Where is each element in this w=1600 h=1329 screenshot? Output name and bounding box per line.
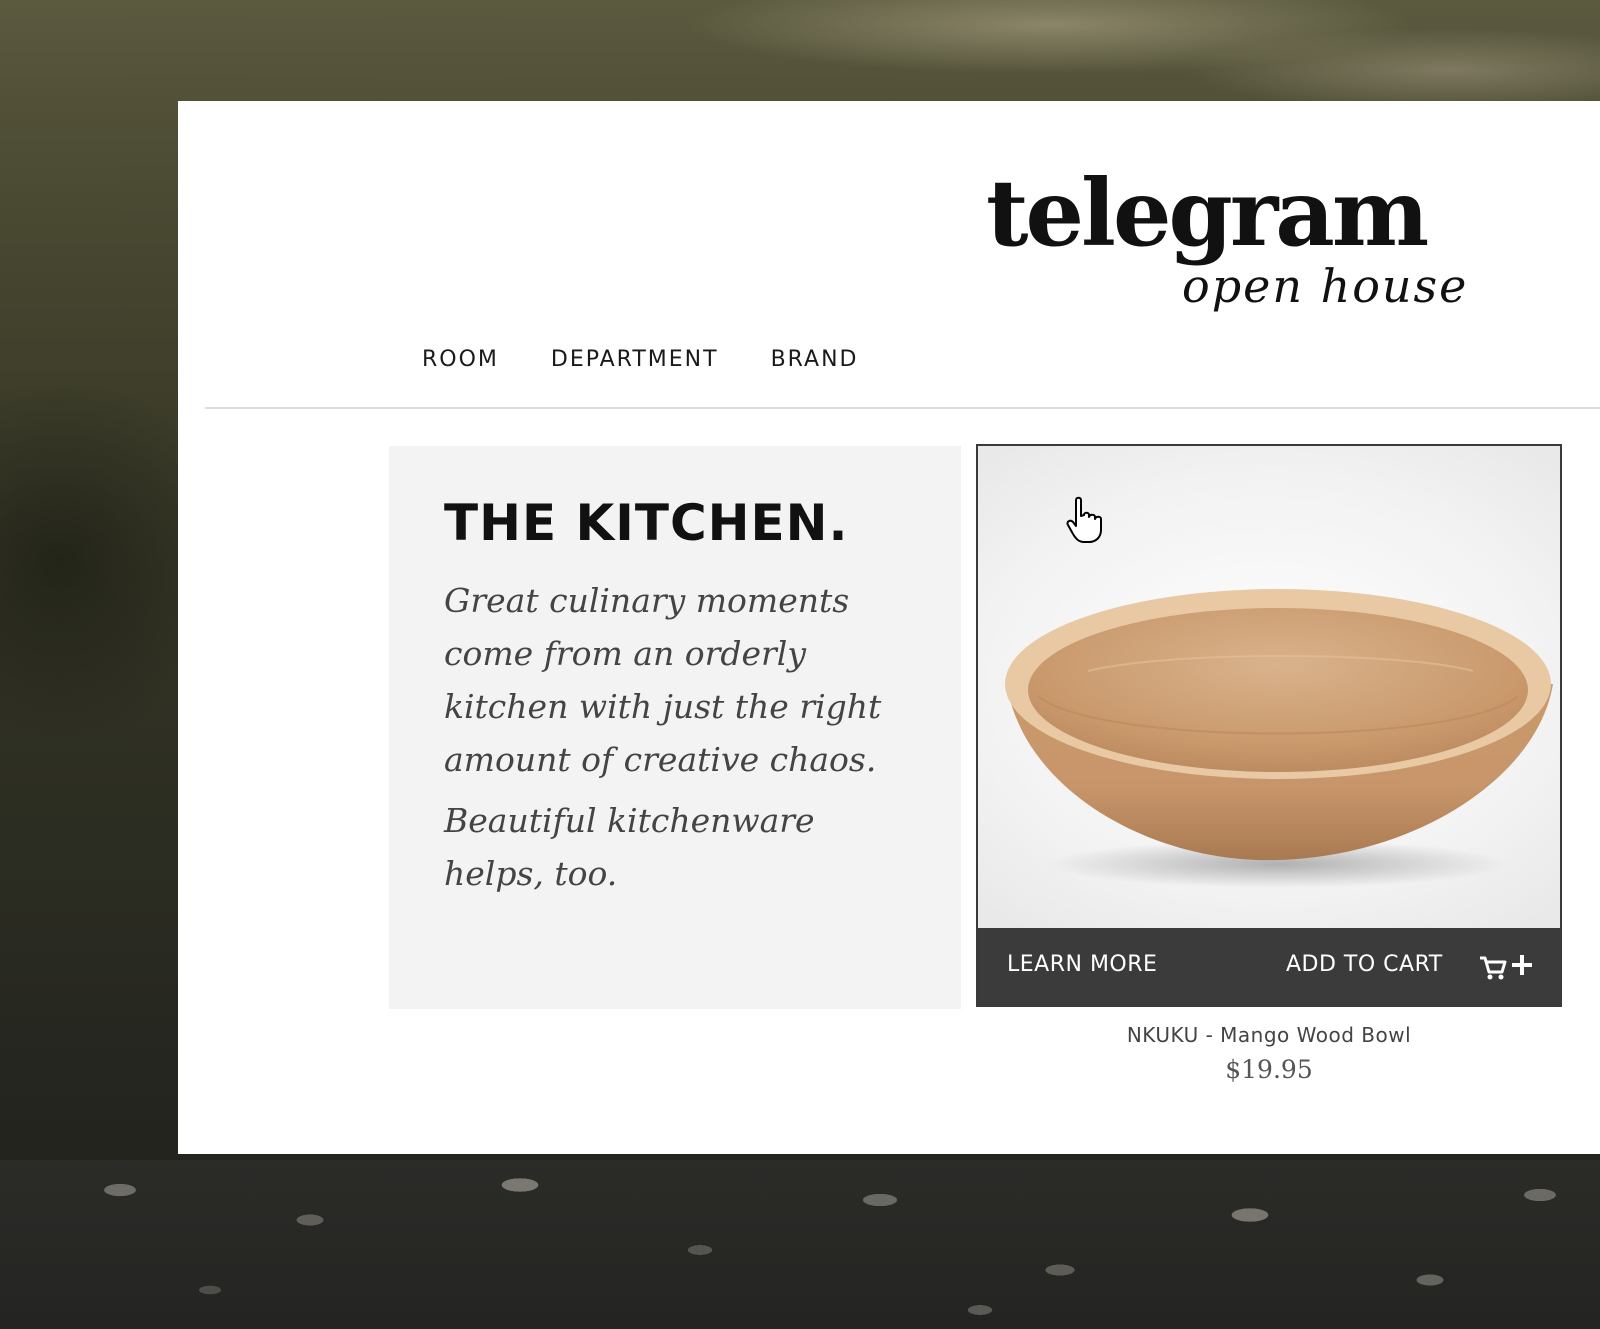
page-panel: telegram open house ROOM DEPARTMENT BRAN… bbox=[178, 101, 1600, 1154]
nav-divider bbox=[205, 407, 1600, 409]
add-to-cart-button[interactable]: ADD TO CART bbox=[1286, 952, 1443, 977]
product-card[interactable]: LEARN MORE ADD TO CART bbox=[976, 444, 1562, 1007]
intro-card: THE KITCHEN. Great culinary moments come… bbox=[389, 446, 961, 1009]
product-action-bar: LEARN MORE ADD TO CART bbox=[978, 928, 1560, 1005]
product-image[interactable] bbox=[978, 446, 1560, 928]
hand-cursor-icon bbox=[1066, 496, 1102, 543]
brand-logo[interactable]: telegram open house bbox=[982, 159, 1562, 329]
background-gravel bbox=[0, 1160, 1600, 1329]
intro-text: Great culinary moments come from an orde… bbox=[444, 574, 904, 900]
nav-item-room[interactable]: ROOM bbox=[422, 347, 499, 372]
cart-plus-icon[interactable] bbox=[1478, 952, 1540, 982]
brand-tagline: open house bbox=[1182, 259, 1469, 313]
nav-item-department[interactable]: DEPARTMENT bbox=[551, 347, 719, 372]
main-nav: ROOM DEPARTMENT BRAND bbox=[422, 347, 859, 372]
intro-title: THE KITCHEN. bbox=[444, 494, 849, 552]
brand-name: telegram bbox=[986, 159, 1429, 267]
product-price: $19.95 bbox=[1225, 1055, 1313, 1084]
product-name[interactable]: NKUKU - Mango Wood Bowl bbox=[976, 1023, 1562, 1047]
nav-item-brand[interactable]: BRAND bbox=[771, 347, 859, 372]
intro-paragraph: Great culinary moments come from an orde… bbox=[444, 581, 882, 779]
intro-paragraph: Beautiful kitchenware helps, too. bbox=[444, 801, 815, 893]
learn-more-button[interactable]: LEARN MORE bbox=[1007, 952, 1157, 977]
